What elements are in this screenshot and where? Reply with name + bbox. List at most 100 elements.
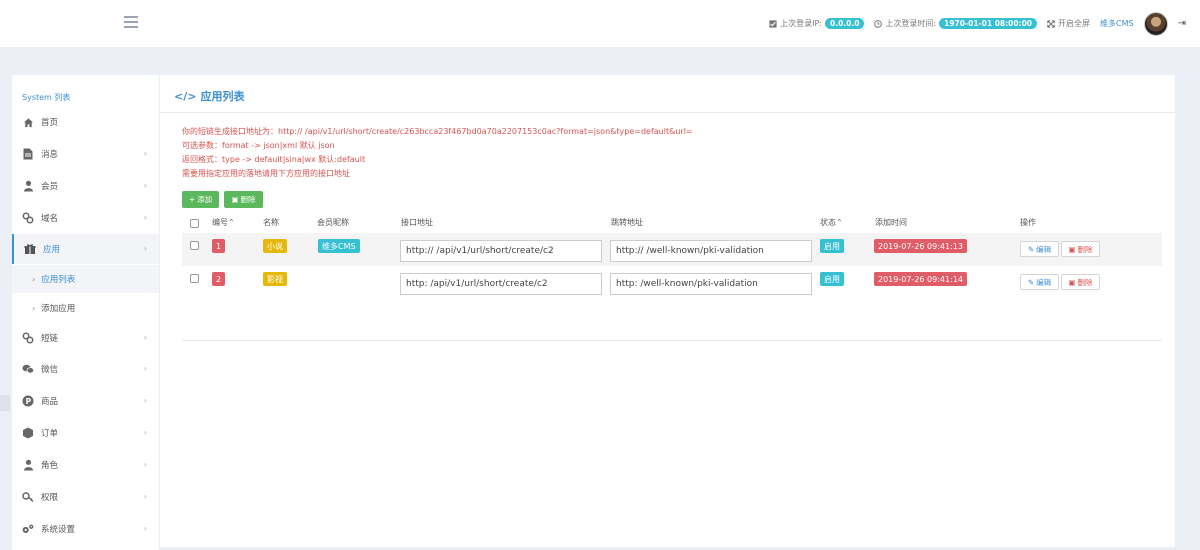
- edit-icon: ✎: [1027, 277, 1035, 287]
- chevron-right-icon: ›: [32, 303, 36, 313]
- sidebar-item-label: 应用: [43, 245, 61, 255]
- main-panel: </> 应用列表 你的短链生成接口地址为：http:// /api/v1/url…: [160, 75, 1175, 547]
- chevron-right-icon: ›: [143, 396, 147, 405]
- added-time-badge: 2019-07-26 09:41:13: [874, 239, 967, 253]
- row-name-badge: 影视: [263, 272, 287, 286]
- page-title-text: 应用列表: [200, 90, 245, 103]
- sidebar-item-orders[interactable]: 订单 ›: [12, 418, 159, 448]
- sidebar-item-domains[interactable]: 域名 ›: [12, 203, 159, 233]
- sidebar-item-apps[interactable]: 应用 ›: [12, 234, 159, 264]
- sidebar-item-label: 权限: [41, 493, 59, 503]
- column-header-added: 添加时间: [875, 218, 907, 227]
- last-login-time: 上次登录时间: 1970-01-01 08:00:00: [874, 18, 1038, 29]
- sidebar-sub-add-app[interactable]: › 添加应用: [12, 294, 159, 322]
- sidebar: System 列表 首页 消息 › 会员 › 域名 › 应用 › › 应用列表 …: [12, 75, 159, 550]
- edit-icon: ✎: [1027, 244, 1035, 254]
- row-name-badge: 小说: [263, 239, 287, 253]
- sidebar-item-label: 短链: [41, 334, 59, 344]
- home-icon: [22, 116, 34, 128]
- sidebar-item-wechat[interactable]: 微信 ›: [12, 354, 159, 384]
- divider: [160, 112, 1175, 113]
- trash-icon: ▣: [231, 195, 239, 204]
- sidebar-sub-label: 添加应用: [41, 304, 76, 314]
- expand-icon: [1047, 19, 1055, 28]
- sidebar-item-home[interactable]: 首页: [12, 107, 159, 137]
- sidebar-item-products[interactable]: P 商品 ›: [12, 386, 159, 416]
- column-header-status[interactable]: 状态⌃: [820, 217, 843, 228]
- column-header-actions: 操作: [1020, 218, 1036, 227]
- row-member-badge: 维多CMS: [318, 239, 360, 253]
- sidebar-item-label: 订单: [41, 429, 59, 439]
- sidebar-title: System 列表: [22, 93, 71, 102]
- sidebar-item-shortlinks[interactable]: 短链 ›: [12, 323, 159, 353]
- top-right-info: 上次登录IP: 0.0.0.0 上次登录时间: 1970-01-01 08:00…: [769, 10, 1186, 37]
- user-icon: [22, 180, 34, 192]
- jump-url-field[interactable]: http:// /well-known/pki-validation: [610, 240, 812, 262]
- logout-icon[interactable]: ⇥: [1178, 18, 1186, 29]
- chevron-right-icon: ›: [143, 213, 147, 222]
- sidebar-item-label: 微信: [41, 365, 59, 375]
- edit-button[interactable]: ✎ 编辑: [1020, 241, 1059, 257]
- chevron-right-icon: ›: [143, 428, 147, 437]
- fullscreen-button[interactable]: 开启全屏: [1047, 18, 1090, 29]
- return-format-note: 返回格式：type -> default|sina|wx 默认:default: [182, 155, 366, 164]
- column-header-api-url: 接口地址: [401, 218, 433, 227]
- chevron-right-icon: ›: [143, 364, 147, 373]
- last-time-label: 上次登录时间:: [885, 19, 937, 28]
- last-login-ip: 上次登录IP: 0.0.0.0: [769, 18, 865, 29]
- page-title: </> 应用列表: [174, 88, 244, 104]
- svg-text:P: P: [26, 397, 32, 406]
- menu-toggle-icon[interactable]: [124, 16, 138, 28]
- top-bar: 上次登录IP: 0.0.0.0 上次登录时间: 1970-01-01 08:00…: [0, 0, 1200, 47]
- avatar[interactable]: [1143, 11, 1168, 36]
- column-header-id[interactable]: 编号⌃: [212, 217, 235, 228]
- gift-icon: [24, 243, 36, 255]
- add-label: 添加: [197, 195, 213, 204]
- delete-button[interactable]: ▣ 删除: [1061, 274, 1100, 290]
- trash-icon: ▣: [1068, 277, 1076, 287]
- user-name-link[interactable]: 维多CMS: [1100, 18, 1134, 29]
- side-collapse-tab[interactable]: [0, 395, 10, 411]
- sidebar-item-roles[interactable]: 角色 ›: [12, 450, 159, 480]
- row-checkbox[interactable]: [190, 274, 199, 283]
- sidebar-item-label: 商品: [41, 397, 59, 407]
- column-header-jump-url: 跳转地址: [611, 218, 643, 227]
- row-id-badge: 1: [212, 239, 226, 253]
- table-bottom-line: [182, 340, 1162, 341]
- api-note: 你的短链生成接口地址为：http:// /api/v1/url/short/cr…: [182, 127, 693, 136]
- sidebar-item-members[interactable]: 会员 ›: [12, 171, 159, 201]
- jump-url-field[interactable]: http: /well-known/pki-validation: [610, 273, 812, 295]
- sidebar-item-settings[interactable]: 系统设置 ›: [12, 514, 159, 544]
- api-url-field[interactable]: http: /api/v1/url/short/create/c2: [400, 273, 602, 295]
- last-time-value: 1970-01-01 08:00:00: [939, 18, 1038, 29]
- edit-button[interactable]: ✎ 编辑: [1020, 274, 1059, 290]
- sidebar-sub-app-list[interactable]: › 应用列表: [12, 265, 159, 293]
- last-ip-label: 上次登录IP:: [780, 19, 822, 28]
- sidebar-item-label: 域名: [41, 214, 59, 224]
- cube-icon: [22, 427, 34, 439]
- table-row: 1 小说 维多CMS http:// /api/v1/url/short/cre…: [182, 233, 1162, 266]
- sidebar-item-messages[interactable]: 消息 ›: [12, 139, 159, 169]
- chevron-right-icon: ›: [32, 274, 36, 284]
- added-time-badge: 2019-07-26 09:41:14: [874, 272, 967, 286]
- chevron-right-icon: ›: [143, 149, 147, 158]
- gears-icon: [22, 523, 34, 535]
- document-icon: [22, 148, 34, 160]
- delete-button[interactable]: ▣ 删除: [1061, 241, 1100, 257]
- bulk-delete-button[interactable]: ▣ 删除: [224, 191, 263, 208]
- api-url-field[interactable]: http:// /api/v1/url/short/create/c2: [400, 240, 602, 262]
- key-icon: [22, 491, 34, 503]
- row-id-badge: 2: [212, 272, 226, 286]
- chevron-right-icon: ›: [143, 460, 147, 469]
- sidebar-sub-label: 应用列表: [41, 275, 76, 285]
- sidebar-item-permissions[interactable]: 权限 ›: [12, 482, 159, 512]
- clock-icon: [874, 19, 883, 28]
- row-checkbox[interactable]: [190, 241, 199, 250]
- chevron-right-icon: ›: [143, 524, 147, 533]
- add-button[interactable]: + 添加: [182, 191, 219, 208]
- checkbox-icon: [769, 19, 777, 28]
- select-all-checkbox[interactable]: [190, 219, 199, 228]
- trash-icon: ▣: [1068, 244, 1076, 254]
- chevron-right-icon: ›: [143, 181, 147, 190]
- sidebar-item-label: 系统设置: [41, 525, 76, 535]
